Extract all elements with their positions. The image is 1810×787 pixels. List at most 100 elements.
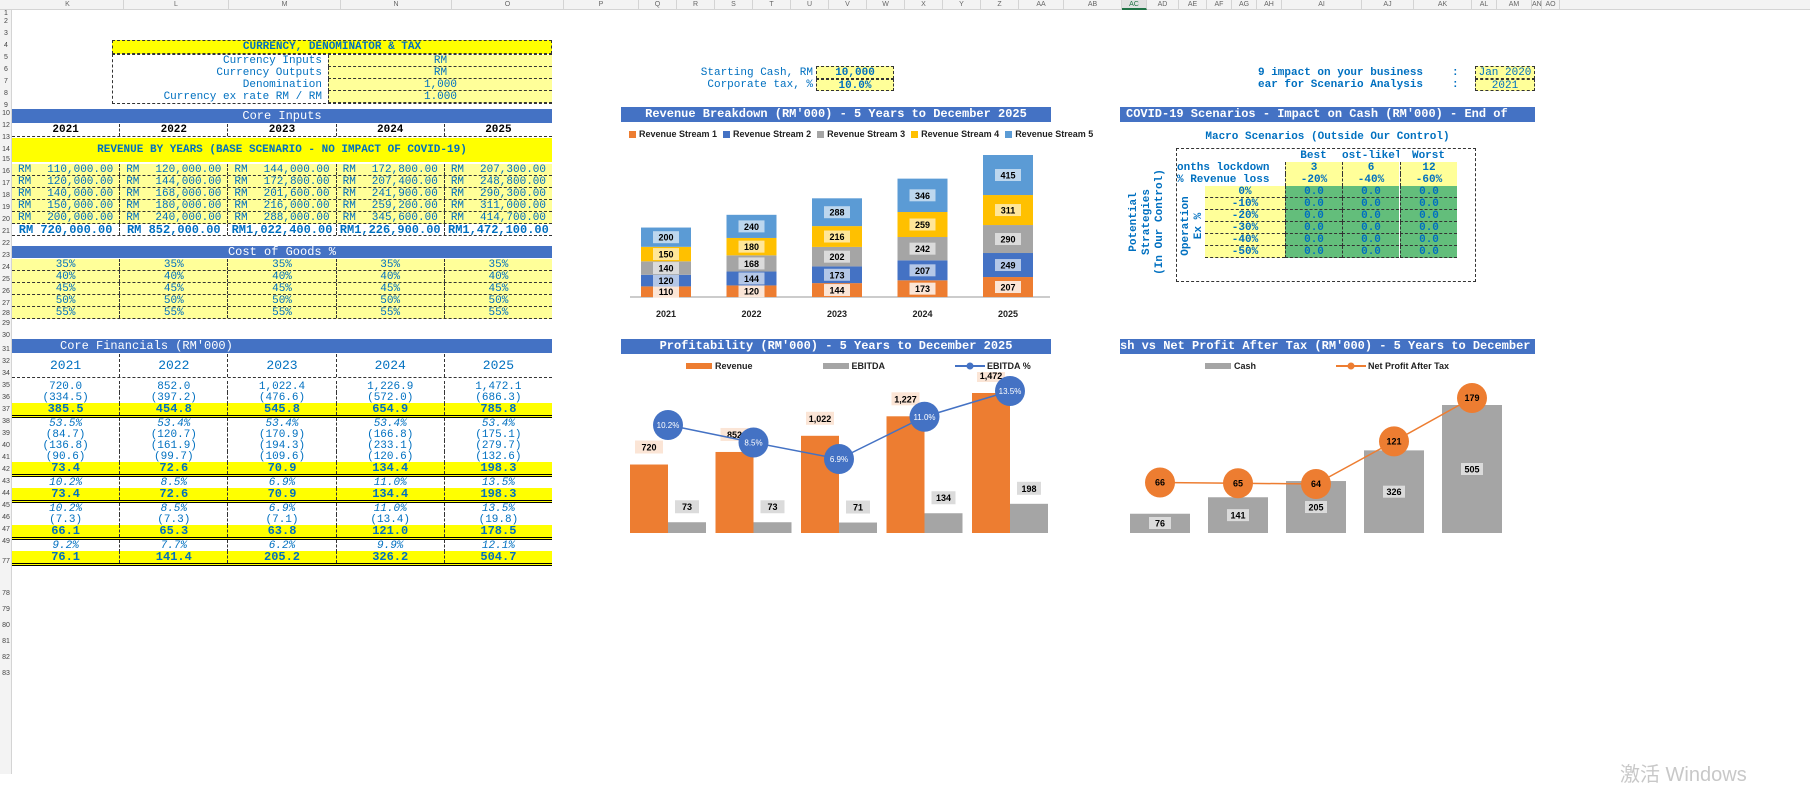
- revenue-cell[interactable]: RM 110,000.00: [12, 164, 121, 176]
- column-header-T[interactable]: T: [753, 0, 791, 10]
- row-header-14[interactable]: 14: [0, 146, 12, 153]
- column-header-AK[interactable]: AK: [1414, 0, 1472, 10]
- currency-row-value[interactable]: 1,000: [328, 79, 552, 91]
- cogs-cell[interactable]: 55%: [120, 307, 229, 319]
- row-header-27[interactable]: 27: [0, 300, 12, 307]
- row-header-34[interactable]: 34: [0, 370, 12, 377]
- revenue-cell[interactable]: RM 248,800.00: [445, 176, 552, 188]
- column-header-X[interactable]: X: [905, 0, 943, 10]
- column-header-AO[interactable]: AO: [1542, 0, 1560, 10]
- row-header-2[interactable]: 2: [0, 18, 12, 25]
- column-header-M[interactable]: M: [229, 0, 341, 10]
- row-header-22[interactable]: 22: [0, 240, 12, 247]
- column-header-P[interactable]: P: [564, 0, 639, 10]
- revenue-cell[interactable]: RM 201,600.00: [228, 188, 337, 200]
- revenue-loss-input[interactable]: -60%: [1400, 174, 1457, 186]
- cogs-cell[interactable]: 40%: [12, 271, 121, 283]
- row-header-37[interactable]: 37: [0, 406, 12, 413]
- column-header-AD[interactable]: AD: [1147, 0, 1179, 10]
- row-header-9[interactable]: 9: [0, 102, 12, 109]
- row-header-29[interactable]: 29: [0, 320, 12, 327]
- cogs-cell[interactable]: 35%: [228, 259, 337, 271]
- row-header-40[interactable]: 40: [0, 442, 12, 449]
- row-header-13[interactable]: 13: [0, 134, 12, 141]
- row-header-81[interactable]: 81: [0, 638, 12, 645]
- cogs-cell[interactable]: 40%: [337, 271, 445, 283]
- row-header-23[interactable]: 23: [0, 252, 12, 259]
- opex-reduction-input[interactable]: -20%: [1205, 210, 1285, 222]
- revenue-cell[interactable]: RM 120,000.00: [120, 164, 229, 176]
- cogs-cell[interactable]: 40%: [120, 271, 229, 283]
- revenue-cell[interactable]: RM 311,000.00: [445, 200, 552, 212]
- opex-reduction-input[interactable]: -10%: [1205, 198, 1285, 210]
- lockdown-input[interactable]: 12: [1400, 162, 1457, 174]
- column-header-V[interactable]: V: [829, 0, 867, 10]
- row-header-7[interactable]: 7: [0, 78, 12, 85]
- column-header-W[interactable]: W: [867, 0, 905, 10]
- row-header-35[interactable]: 35: [0, 382, 12, 389]
- revenue-loss-input[interactable]: -40%: [1342, 174, 1399, 186]
- revenue-cell[interactable]: RM 168,000.00: [120, 188, 229, 200]
- opex-reduction-input[interactable]: -40%: [1205, 234, 1285, 246]
- revenue-cell[interactable]: RM 207,400.00: [337, 176, 445, 188]
- row-header-79[interactable]: 79: [0, 606, 12, 613]
- row-header-4[interactable]: 4: [0, 42, 12, 49]
- row-header-38[interactable]: 38: [0, 418, 12, 425]
- row-header-82[interactable]: 82: [0, 654, 12, 661]
- column-header-AA[interactable]: AA: [1019, 0, 1064, 10]
- cogs-cell[interactable]: 35%: [120, 259, 229, 271]
- revenue-cell[interactable]: RM 414,700.00: [445, 212, 552, 224]
- row-header-44[interactable]: 44: [0, 490, 12, 497]
- column-header-Z[interactable]: Z: [981, 0, 1019, 10]
- row-header-21[interactable]: 21: [0, 228, 12, 235]
- column-header-AF[interactable]: AF: [1207, 0, 1232, 10]
- column-header-Y[interactable]: Y: [943, 0, 981, 10]
- opex-reduction-input[interactable]: -30%: [1205, 222, 1285, 234]
- row-header-10[interactable]: 10: [0, 110, 12, 117]
- corporate-tax-input[interactable]: 10.0%: [816, 79, 894, 91]
- revenue-cell[interactable]: RM 290,300.00: [445, 188, 552, 200]
- cogs-cell[interactable]: 55%: [228, 307, 337, 319]
- row-header-47[interactable]: 47: [0, 526, 12, 533]
- revenue-cell[interactable]: RM 140,000.00: [12, 188, 121, 200]
- column-header-AH[interactable]: AH: [1257, 0, 1282, 10]
- row-header-20[interactable]: 20: [0, 216, 12, 223]
- row-header-19[interactable]: 19: [0, 204, 12, 211]
- covid-impact-input[interactable]: Jan 2020: [1475, 66, 1535, 79]
- currency-row-value[interactable]: 1.000: [328, 91, 552, 103]
- cogs-cell[interactable]: 35%: [337, 259, 445, 271]
- row-header-16[interactable]: 16: [0, 168, 12, 175]
- row-header-80[interactable]: 80: [0, 622, 12, 629]
- cogs-cell[interactable]: 35%: [445, 259, 552, 271]
- revenue-cell[interactable]: RM 207,300.00: [445, 164, 552, 176]
- revenue-cell[interactable]: RM 345,600.00: [337, 212, 445, 224]
- row-header-18[interactable]: 18: [0, 192, 12, 199]
- row-header-42[interactable]: 42: [0, 466, 12, 473]
- currency-row-value[interactable]: RM: [328, 67, 552, 79]
- column-header-Q[interactable]: Q: [639, 0, 677, 10]
- row-header-28[interactable]: 28: [0, 310, 12, 317]
- row-header-39[interactable]: 39: [0, 430, 12, 437]
- row-header-12[interactable]: 12: [0, 122, 12, 129]
- row-header-30[interactable]: 30: [0, 332, 12, 339]
- revenue-cell[interactable]: RM 180,000.00: [120, 200, 229, 212]
- row-header-49[interactable]: 49: [0, 538, 12, 545]
- cogs-cell[interactable]: 50%: [12, 295, 121, 307]
- currency-row-value[interactable]: RM: [328, 55, 552, 67]
- revenue-cell[interactable]: RM 216,000.00: [228, 200, 337, 212]
- column-header-R[interactable]: R: [677, 0, 715, 10]
- lockdown-input[interactable]: 3: [1285, 162, 1342, 174]
- row-header-15[interactable]: 15: [0, 156, 12, 163]
- row-header-24[interactable]: 24: [0, 264, 12, 271]
- row-header-46[interactable]: 46: [0, 514, 12, 521]
- cogs-cell[interactable]: 45%: [120, 283, 229, 295]
- row-header-45[interactable]: 45: [0, 502, 12, 509]
- row-header-41[interactable]: 41: [0, 454, 12, 461]
- column-header-AE[interactable]: AE: [1179, 0, 1207, 10]
- row-header-25[interactable]: 25: [0, 276, 12, 283]
- revenue-cell[interactable]: RM 172,800.00: [228, 176, 337, 188]
- cogs-cell[interactable]: 45%: [445, 283, 552, 295]
- cogs-cell[interactable]: 40%: [228, 271, 337, 283]
- cogs-cell[interactable]: 50%: [120, 295, 229, 307]
- cogs-cell[interactable]: 35%: [12, 259, 121, 271]
